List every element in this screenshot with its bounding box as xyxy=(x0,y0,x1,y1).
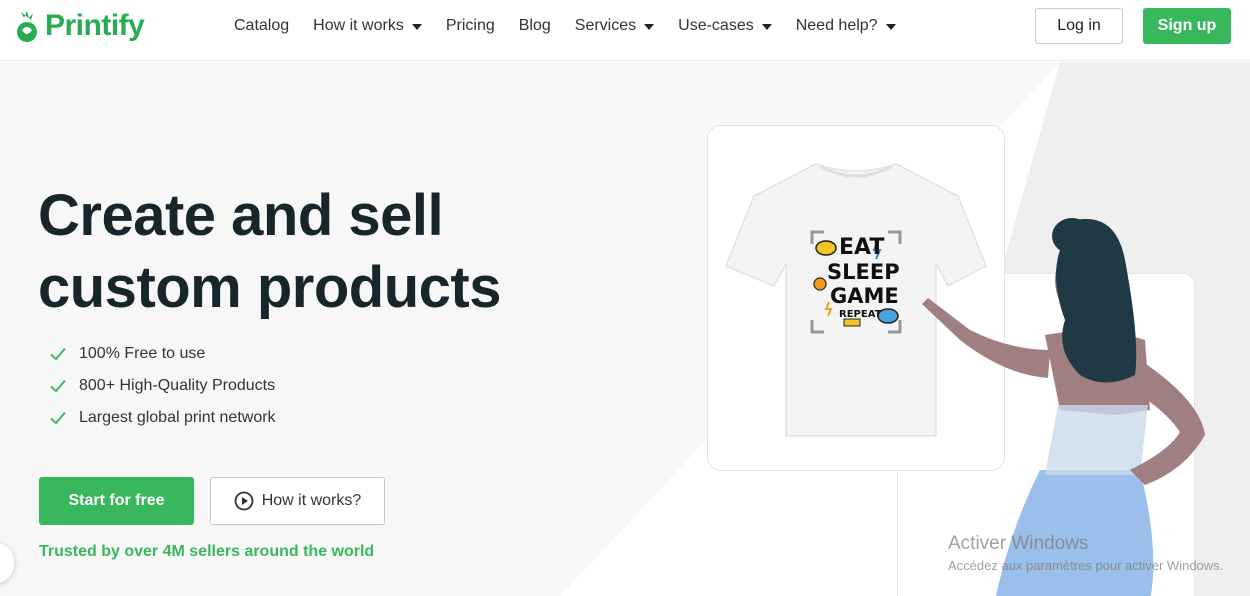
watermark-subtitle: Accédez aux paramètres pour activer Wind… xyxy=(948,558,1224,573)
watermark-title: Activer Windows xyxy=(948,533,1089,554)
nav-need-help-label: Need help? xyxy=(795,17,878,34)
feature-list: 100% Free to use 800+ High-Quality Produ… xyxy=(48,338,276,434)
trusted-text: Trusted by over 4M sellers around the wo… xyxy=(39,543,375,560)
start-for-free-button[interactable]: Start for free xyxy=(39,477,194,525)
login-button[interactable]: Log in xyxy=(1035,8,1123,44)
brand-name: Printify xyxy=(45,9,145,42)
nav-how-it-works-label: How it works xyxy=(313,17,404,34)
hero-title-line-1: Create and sell xyxy=(38,183,444,248)
shirt-design-text-eat: EAT xyxy=(839,235,884,260)
chevron-down-icon xyxy=(411,23,422,30)
main-nav: Catalog How it works Pricing Blog Servic… xyxy=(234,15,896,37)
signup-button[interactable]: Sign up xyxy=(1143,8,1231,44)
logo[interactable]: Printify xyxy=(13,8,145,44)
feature-label: 800+ High-Quality Products xyxy=(79,377,276,394)
feature-item: Largest global print network xyxy=(48,402,276,434)
nav-how-it-works[interactable]: How it works xyxy=(313,15,422,37)
shirt-design-text-sleep: SLEEP xyxy=(827,260,900,284)
how-it-works-label: How it works? xyxy=(261,492,362,509)
chevron-down-icon xyxy=(885,23,896,30)
check-icon xyxy=(50,411,66,425)
side-tab[interactable] xyxy=(0,543,14,583)
how-it-works-button[interactable]: How it works? xyxy=(210,477,385,525)
windows-activation-watermark: Activer Windows Accédez aux paramètres p… xyxy=(948,533,1223,573)
nav-pricing-label: Pricing xyxy=(445,17,495,34)
feature-item: 100% Free to use xyxy=(48,338,276,370)
nav-pricing[interactable]: Pricing xyxy=(446,15,495,37)
nav-use-cases-label: Use-cases xyxy=(678,17,754,34)
nav-blog[interactable]: Blog xyxy=(519,15,551,37)
shirt-design-text-repeat: REPEAT xyxy=(839,309,882,320)
nav-catalog[interactable]: Catalog xyxy=(234,15,289,37)
nav-services[interactable]: Services xyxy=(574,15,655,37)
nav-use-cases[interactable]: Use-cases xyxy=(678,15,772,37)
nav-catalog-label: Catalog xyxy=(234,17,290,34)
nav-blog-label: Blog xyxy=(518,17,551,34)
feature-label: 100% Free to use xyxy=(79,345,206,362)
check-icon xyxy=(50,347,66,361)
shirt-design-text-game: GAME xyxy=(830,284,899,308)
hero-title: Create and sell custom products xyxy=(38,180,502,324)
chevron-down-icon xyxy=(761,23,772,30)
play-circle-icon xyxy=(234,491,254,511)
site-header: Printify Catalog How it works Pricing Bl… xyxy=(0,0,1250,61)
nav-need-help[interactable]: Need help? xyxy=(796,15,896,37)
printify-logo-icon xyxy=(17,11,37,42)
nav-services-label: Services xyxy=(574,17,637,34)
feature-item: 800+ High-Quality Products xyxy=(48,370,276,402)
hero-title-line-2: custom products xyxy=(38,255,502,320)
feature-label: Largest global print network xyxy=(79,409,276,426)
check-icon xyxy=(50,379,66,393)
chevron-down-icon xyxy=(644,23,655,30)
